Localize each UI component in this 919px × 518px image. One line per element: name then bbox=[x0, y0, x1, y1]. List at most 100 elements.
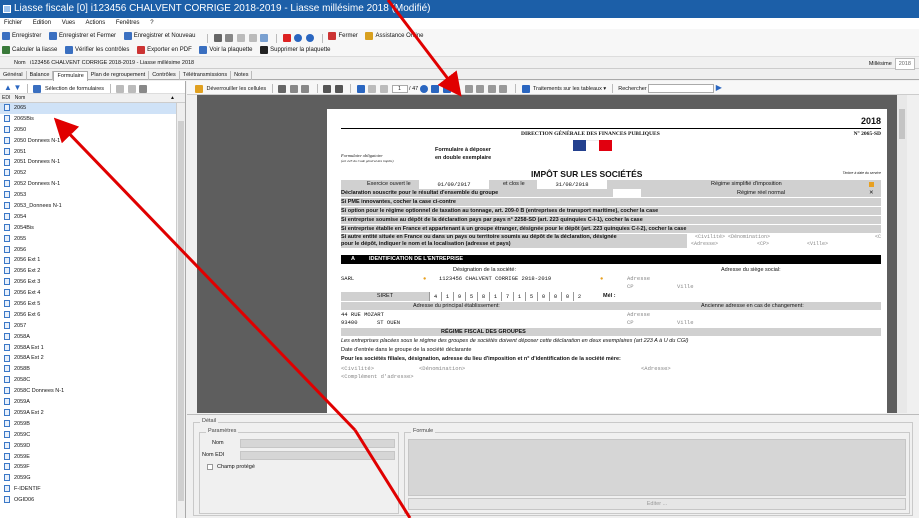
mere-denomination[interactable]: <Dénomination> bbox=[419, 365, 465, 372]
export-pdf-button[interactable]: Exporter en PDF bbox=[137, 43, 192, 57]
siret-digit[interactable]: 1 bbox=[489, 292, 501, 301]
nom-edi-field[interactable] bbox=[240, 451, 395, 460]
form-list-item[interactable]: 2054Bis bbox=[0, 223, 176, 234]
form-list-item[interactable]: 2058C bbox=[0, 375, 176, 386]
mere-complement[interactable]: <Complément d'adresse> bbox=[341, 373, 414, 380]
ancienne-adresse[interactable]: Adresse bbox=[627, 311, 650, 318]
arrow-down-icon[interactable]: ▼ bbox=[13, 83, 21, 92]
menu-edition[interactable]: Edition bbox=[33, 20, 51, 26]
siret-digit[interactable]: 0 bbox=[549, 292, 561, 301]
menu-vues[interactable]: Vues bbox=[62, 20, 75, 26]
form-list-item[interactable]: 2058A Ext 1 bbox=[0, 343, 176, 354]
save-new-button[interactable]: Enregistrer et Nouveau bbox=[123, 29, 195, 43]
tab-notes[interactable]: Notes bbox=[231, 71, 253, 80]
form-list-item[interactable]: 2051 Donnees N-1 bbox=[0, 157, 176, 168]
refresh-icon[interactable] bbox=[294, 34, 303, 43]
assistance-button[interactable]: Assistance Online bbox=[365, 29, 424, 43]
regime-simplifie-checkbox[interactable] bbox=[869, 182, 874, 187]
form-list-item[interactable]: 2056 bbox=[0, 245, 176, 256]
regime-reel-checkbox[interactable]: ✕ bbox=[869, 189, 874, 197]
form-list-item[interactable]: 2058A bbox=[0, 332, 176, 343]
siege-cp[interactable]: CP bbox=[627, 283, 634, 290]
form-list-item[interactable]: 2059C bbox=[0, 430, 176, 441]
form-list-item[interactable]: 2050 Donnees N-1 bbox=[0, 136, 176, 147]
form-list-item[interactable]: 2059A Ext 2 bbox=[0, 408, 176, 419]
table-tool-2-icon[interactable] bbox=[476, 84, 485, 93]
form-list-item[interactable]: 2056 Ext 5 bbox=[0, 299, 176, 310]
table-icon[interactable] bbox=[442, 84, 451, 93]
close-button[interactable]: Fermer bbox=[328, 29, 358, 43]
unlock-cells-button[interactable]: Déverrouiller les cellules bbox=[207, 86, 267, 92]
tab-formulaire[interactable]: Formulaire bbox=[53, 71, 88, 81]
street-value[interactable]: 44 RUE MOZART bbox=[341, 311, 384, 318]
delete-form-icon[interactable] bbox=[127, 84, 136, 93]
tab-general[interactable]: Général bbox=[0, 71, 27, 80]
prev-page-icon[interactable] bbox=[379, 84, 388, 93]
exercice-start-field[interactable]: 01/09/2017 bbox=[419, 180, 489, 189]
print-icon[interactable] bbox=[278, 84, 287, 93]
delete-plaquette-button[interactable]: Supprimer la plaquette bbox=[260, 43, 331, 57]
siret-digit[interactable]: 1 bbox=[513, 292, 525, 301]
form-list-item[interactable]: 2050 bbox=[0, 125, 176, 136]
zoom-in-icon[interactable] bbox=[289, 84, 298, 93]
siege-adresse[interactable]: Adresse bbox=[627, 275, 650, 282]
preview-icon[interactable] bbox=[225, 34, 234, 43]
nom-field[interactable] bbox=[240, 439, 395, 448]
menu-actions[interactable]: Actions bbox=[86, 20, 106, 26]
check-button[interactable]: Vérifier les contrôles bbox=[65, 43, 129, 57]
form-settings-icon[interactable] bbox=[139, 84, 148, 93]
zoom-out-icon[interactable] bbox=[301, 84, 310, 93]
siret-digit[interactable]: 0 bbox=[537, 292, 549, 301]
siret-digit[interactable]: 5 bbox=[525, 292, 537, 301]
siret-digit[interactable]: 8 bbox=[477, 292, 489, 301]
siret-digit[interactable]: 7 bbox=[501, 292, 513, 301]
menu-help[interactable]: ? bbox=[150, 20, 153, 26]
fit-page-icon[interactable] bbox=[323, 84, 332, 93]
search-input[interactable] bbox=[648, 84, 715, 94]
back-icon[interactable] bbox=[237, 34, 246, 43]
save-close-button[interactable]: Enregistrer et Fermer bbox=[49, 29, 116, 43]
select-forms-icon[interactable] bbox=[33, 84, 42, 93]
form-list-item[interactable]: 2056 Ext 1 bbox=[0, 255, 176, 266]
form-list-item[interactable]: 2056 Ext 2 bbox=[0, 266, 176, 277]
form-list-item[interactable]: 2059B bbox=[0, 419, 176, 430]
form-list-item[interactable]: 2065Bis bbox=[0, 114, 176, 125]
delete-icon[interactable] bbox=[282, 34, 291, 43]
form-list-item[interactable]: 2053 bbox=[0, 190, 176, 201]
last-page-icon[interactable] bbox=[431, 84, 440, 93]
save-button[interactable]: Enregistrer bbox=[2, 29, 41, 43]
col-edi[interactable]: EDI bbox=[2, 95, 10, 101]
form-list-item[interactable]: 2052 Donnees N-1 bbox=[0, 179, 176, 190]
siret-digit[interactable]: 0 bbox=[561, 292, 573, 301]
form-list-item[interactable]: F-IDENTIF bbox=[0, 484, 176, 495]
form-list-item[interactable]: 2051 bbox=[0, 147, 176, 158]
form-list-item[interactable]: 2058B bbox=[0, 364, 176, 375]
chevron-down-icon[interactable]: ▾ bbox=[602, 86, 606, 92]
menu-fenetres[interactable]: Fenêtres bbox=[116, 20, 140, 26]
form-list-item[interactable]: 2056 Ext 4 bbox=[0, 288, 176, 299]
copy-icon[interactable] bbox=[260, 34, 269, 43]
next-page-icon[interactable] bbox=[419, 84, 428, 93]
copy-form-icon[interactable] bbox=[116, 84, 125, 93]
form-list-item[interactable]: 2055 bbox=[0, 234, 176, 245]
text-icon[interactable] bbox=[356, 84, 365, 93]
select-forms-button[interactable]: Sélection de formulaires bbox=[45, 86, 104, 92]
document-viewer[interactable]: 2018 DIRECTION GÉNÉRALE DES FINANCES PUB… bbox=[197, 95, 897, 413]
sync-icon[interactable] bbox=[306, 34, 315, 43]
print-icon[interactable] bbox=[213, 34, 222, 43]
mere-civilite[interactable]: <Civilité> bbox=[341, 365, 374, 372]
viewer-scrollbar[interactable] bbox=[897, 95, 907, 413]
compute-button[interactable]: Calculer la liasse bbox=[2, 43, 57, 57]
siret-digit[interactable]: 2 bbox=[573, 292, 585, 301]
form-list-item[interactable]: 2058C Donnees N-1 bbox=[0, 386, 176, 397]
search-go-icon[interactable]: ▶ bbox=[716, 83, 722, 92]
editer-button[interactable]: Editer ... bbox=[408, 498, 906, 510]
sort-icon[interactable]: ▲ bbox=[170, 94, 175, 103]
table-tool-1-icon[interactable] bbox=[464, 84, 473, 93]
fit-width-icon[interactable] bbox=[334, 84, 343, 93]
view-plaquette-button[interactable]: Voir la plaquette bbox=[199, 43, 252, 57]
company-name-value[interactable]: i123456 CHALVENT CORRIGE 2018-2019 bbox=[439, 275, 551, 282]
form-list-item[interactable]: 2059D bbox=[0, 441, 176, 452]
first-page-icon[interactable] bbox=[368, 84, 377, 93]
tab-plan-regroupement[interactable]: Plan de regroupement bbox=[88, 71, 150, 80]
